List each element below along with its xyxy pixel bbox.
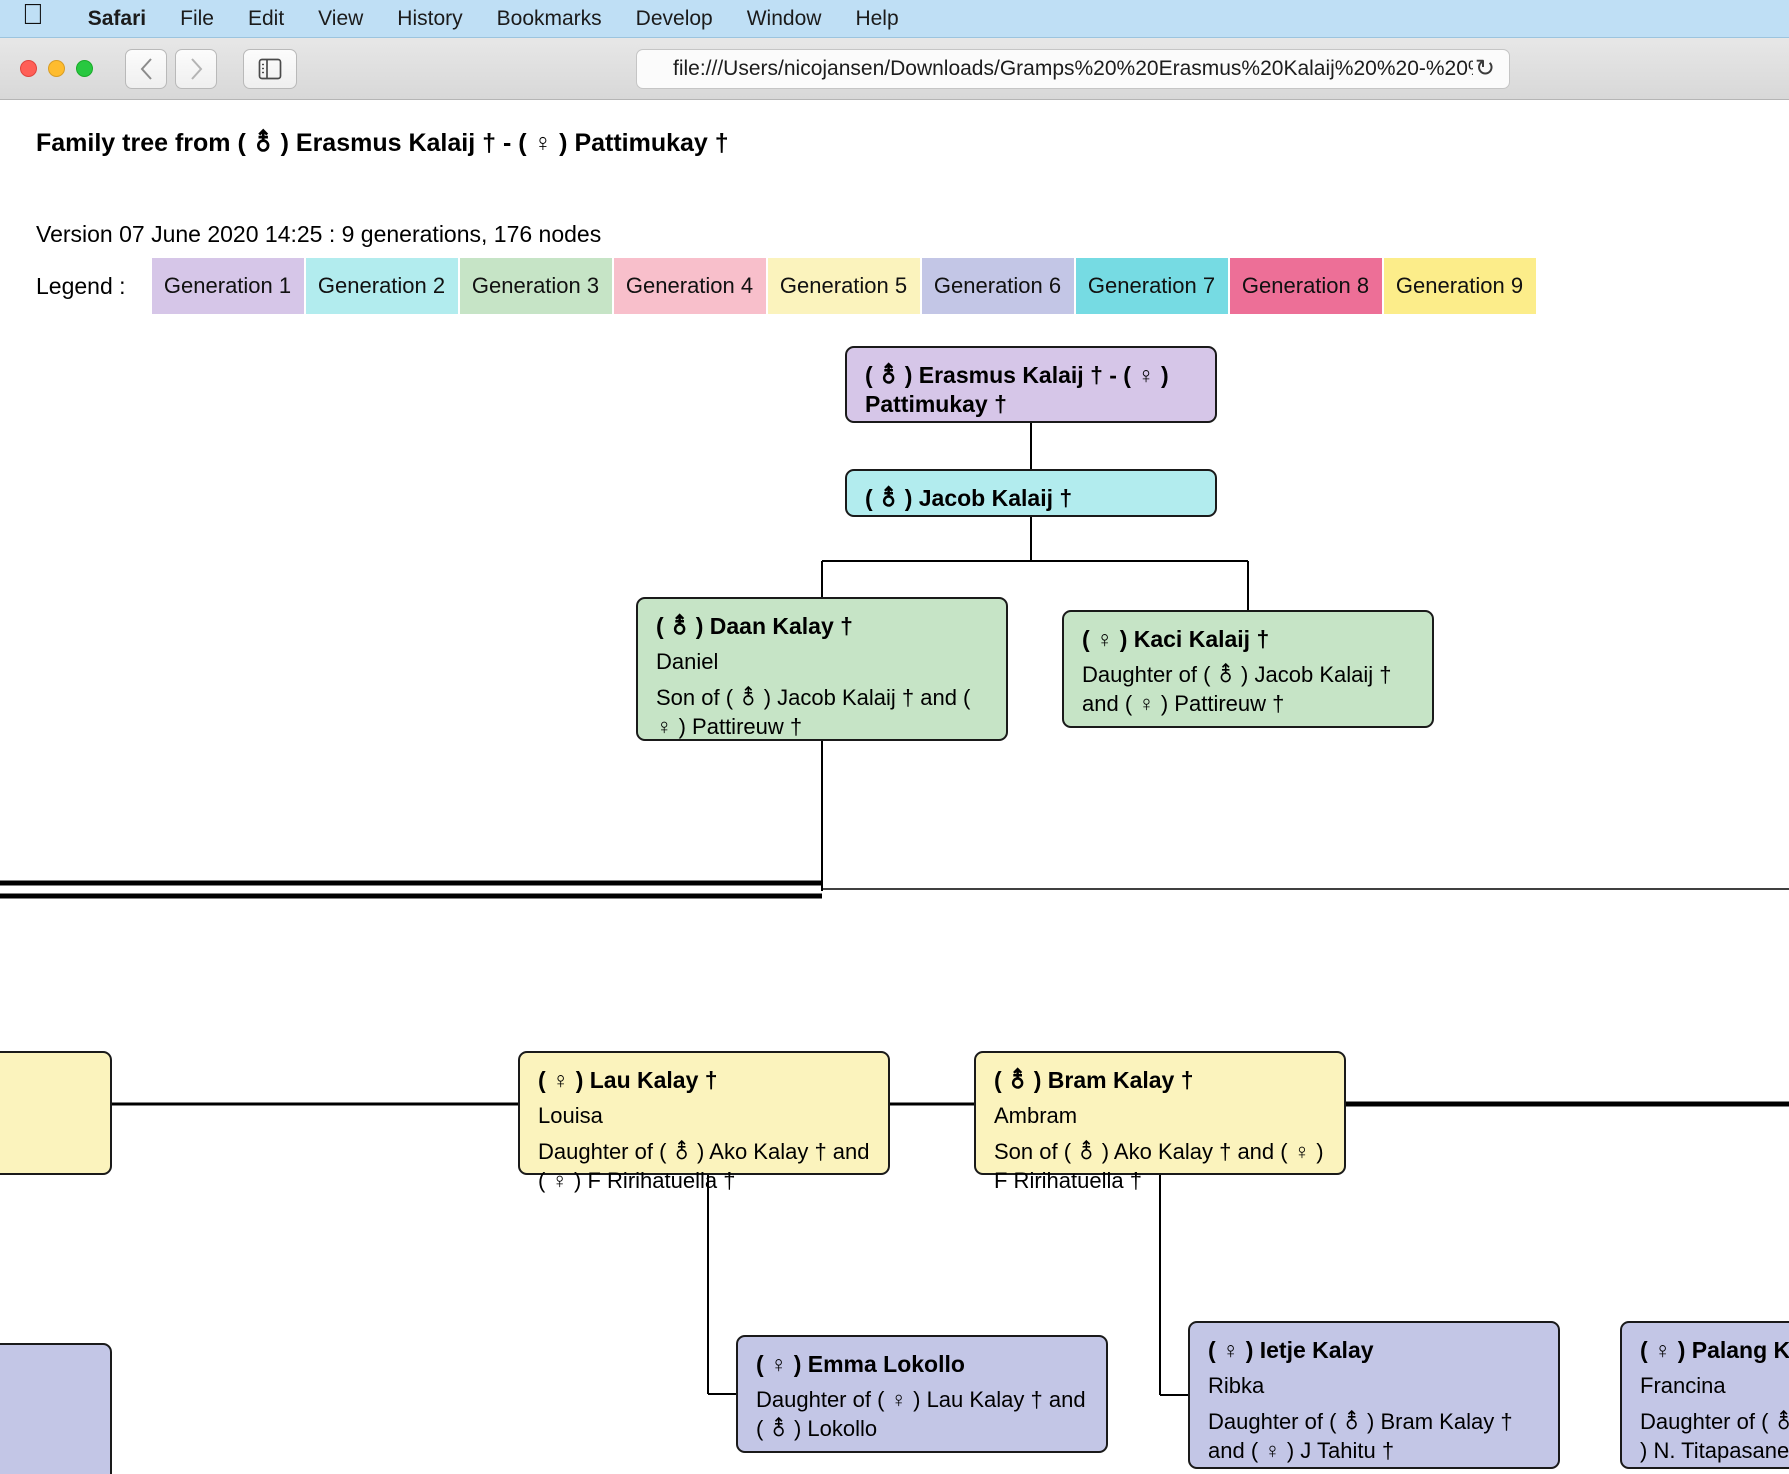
tree-node-daan[interactable]: ( ⚨ ) Daan Kalay † Daniel Son of ( ⚨ ) Jac…: [636, 597, 1008, 741]
tree-node-name: ( ♀ ) Emma Lokollo: [756, 1351, 965, 1377]
menu-item-bookmarks[interactable]: Bookmarks: [480, 7, 619, 31]
menu-item-view[interactable]: View: [301, 7, 380, 31]
apple-logo-icon[interactable]: : [22, 1, 44, 30]
tree-node-cut-left-gen6[interactable]: ina y † and: [0, 1343, 112, 1474]
tree-node-detail: y † and: [0, 1394, 92, 1423]
back-button[interactable]: [125, 48, 167, 89]
tree-node-name: ( ♀ ) Lau Kalay †: [538, 1067, 718, 1093]
tree-node-bram[interactable]: ( ⚨ ) Bram Kalay † Ambram Son of ( ⚨ ) Ako…: [974, 1051, 1346, 1193]
tree-node-detail: Ambram: [994, 1103, 1078, 1129]
tree-node-name: ina: [0, 1358, 92, 1387]
menu-item-safari[interactable]: Safari: [71, 7, 163, 31]
tree-node-detail: Francina: [1640, 1373, 1726, 1399]
browser-toolbar: file:///Users/nicojansen/Downloads/Gramp…: [0, 38, 1789, 100]
menu-item-help[interactable]: Help: [838, 7, 915, 31]
tree-node-cut-left-gen5[interactable]: y † and: [0, 1051, 112, 1175]
close-window-button[interactable]: [20, 60, 37, 77]
tree-node-ietje[interactable]: ( ♀ ) Ietje Kalay Ribka Daughter of ( ⚨ ) …: [1188, 1321, 1560, 1469]
tree-node-erasmus[interactable]: ( ⚨ ) Erasmus Kalaij † - ( ♀ ) Pattimuka…: [845, 346, 1217, 423]
address-bar-url: file:///Users/nicojansen/Downloads/Gramp…: [673, 56, 1473, 80]
tree-node-kaci[interactable]: ( ♀ ) Kaci Kalaij † Daughter of ( ⚨ ) Jac…: [1062, 610, 1434, 728]
tree-node-detail: Daughter of ( ⚨ ) Kalay † and ( ♀ ) N. T…: [1640, 1409, 1789, 1463]
minimize-window-button[interactable]: [48, 60, 65, 77]
tree-node-palang[interactable]: ( ♀ ) Palang Kalay Francina Daughter of ( …: [1620, 1321, 1789, 1469]
tree-node-name: ( ⚨ ) Daan Kalay †: [656, 613, 853, 639]
tree-node-detail: Daughter of ( ♀ ) Lau Kalay † and ( ⚨ ) …: [756, 1387, 1086, 1442]
tree-node-detail: Son of ( ⚨ ) Jacob Kalaij † and ( ♀ ) Pa…: [656, 685, 971, 739]
chevron-right-icon: [190, 57, 202, 80]
reload-icon[interactable]: ↻: [1475, 56, 1495, 81]
tree-node-lau[interactable]: ( ♀ ) Lau Kalay † Louisa Daughter of ( ⚨ )…: [518, 1051, 890, 1193]
sidebar-toggle-button[interactable]: [243, 48, 297, 89]
tree-node-detail: y † and: [0, 1073, 92, 1102]
menu-item-window[interactable]: Window: [730, 7, 839, 31]
menu-item-edit[interactable]: Edit: [231, 7, 301, 31]
menu-item-file[interactable]: File: [163, 7, 231, 31]
tree-node-detail: Daughter of ( ⚨ ) Bram Kalay † and ( ♀ )…: [1208, 1409, 1513, 1463]
maximize-window-button[interactable]: [76, 60, 93, 77]
tree-node-detail: Son of ( ⚨ ) Ako Kalay † and ( ♀ ) F Rir…: [994, 1139, 1324, 1193]
tree-node-detail: Louisa: [538, 1103, 603, 1129]
tree-node-detail: Daughter of ( ⚨ ) Jacob Kalaij † and ( ♀…: [1082, 662, 1392, 717]
tree-node-jacob[interactable]: ( ⚨ ) Jacob Kalaij †: [845, 469, 1217, 517]
menu-item-develop[interactable]: Develop: [619, 7, 730, 31]
tree-node-name: ( ⚨ ) Erasmus Kalaij † - ( ♀ ) Pattimuka…: [865, 362, 1169, 418]
tree-node-detail: Daughter of ( ⚨ ) Ako Kalay † and ( ♀ ) …: [538, 1139, 870, 1193]
sidebar-toggle-icon: [258, 58, 282, 79]
window-controls: [20, 60, 93, 77]
tree-node-detail: Daniel: [656, 649, 719, 675]
tree-node-name: ( ♀ ) Ietje Kalay: [1208, 1337, 1374, 1363]
macos-menu-bar:  Safari File Edit View History Bookmark…: [0, 0, 1789, 38]
tree-node-name: ( ♀ ) Palang Kalay: [1640, 1337, 1789, 1363]
tree-connector-lines: [0, 423, 1789, 1396]
address-bar[interactable]: file:///Users/nicojansen/Downloads/Gramp…: [636, 48, 1510, 89]
chevron-left-icon: [140, 57, 152, 80]
tree-node-name: ( ⚨ ) Bram Kalay †: [994, 1067, 1194, 1093]
tree-node-name: ( ⚨ ) Jacob Kalaij †: [865, 485, 1073, 511]
forward-button[interactable]: [175, 48, 217, 89]
menu-item-history[interactable]: History: [380, 7, 479, 31]
tree-node-detail: Ribka: [1208, 1373, 1265, 1399]
tree-node-name: ( ♀ ) Kaci Kalaij †: [1082, 626, 1270, 652]
tree-node-emma[interactable]: ( ♀ ) Emma Lokollo Daughter of ( ♀ ) Lau …: [736, 1335, 1108, 1453]
family-tree-graph: ( ⚨ ) Erasmus Kalaij † - ( ♀ ) Pattimuka…: [0, 101, 1789, 1474]
web-page-content: Family tree from ( ⚨ ) Erasmus Kalaij † …: [0, 101, 1789, 1474]
